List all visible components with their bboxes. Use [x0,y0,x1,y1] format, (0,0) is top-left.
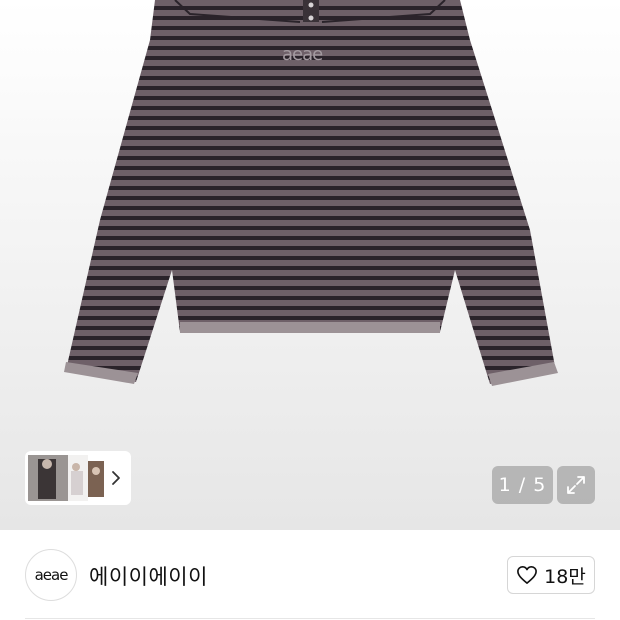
thumbnail-images[interactable] [28,455,104,501]
brand-row: aeae 에이이에이이 18만 [0,530,620,620]
expand-icon [567,476,585,494]
product-gallery[interactable]: aeae 1 / 5 [0,0,620,530]
divider [25,618,595,619]
heart-icon [517,566,538,584]
thumbnail-strip[interactable] [25,451,131,505]
image-counter: 1 / 5 [492,466,553,504]
brand-logo-text: aeae [34,566,69,584]
brand-logo[interactable]: aeae [25,549,77,601]
like-button[interactable]: 18만 [507,556,595,594]
expand-button[interactable] [557,466,595,504]
chevron-right-icon [112,471,120,485]
brand-name[interactable]: 에이이에이이 [89,561,208,591]
shirt-logo-text: aeae [282,44,323,65]
like-count: 18만 [544,565,586,588]
